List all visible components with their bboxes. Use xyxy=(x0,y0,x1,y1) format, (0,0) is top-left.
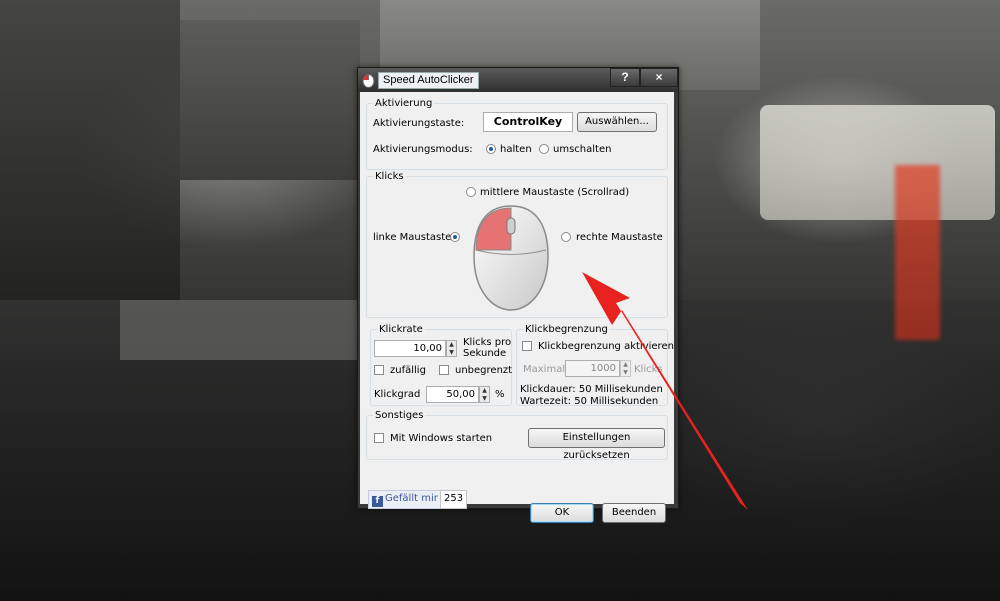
click-limit-checkbox[interactable] xyxy=(522,341,532,351)
click-limit-legend: Klickbegrenzung xyxy=(525,324,608,335)
click-degree-spinner[interactable]: ▲ ▼ xyxy=(479,386,490,403)
left-button-label[interactable]: linke Maustaste xyxy=(373,232,451,243)
left-button-radio[interactable] xyxy=(450,232,460,242)
middle-button-radio[interactable] xyxy=(466,187,476,197)
window-title: Speed AutoClicker xyxy=(378,72,479,89)
click-rate-unit: Klicks pro Sekunde xyxy=(463,337,512,359)
mode-toggle-label[interactable]: umschalten xyxy=(553,144,611,155)
help-button[interactable]: ? xyxy=(610,68,640,87)
click-degree-unit: % xyxy=(495,389,505,400)
click-rate-spinner[interactable]: ▲ ▼ xyxy=(446,340,457,357)
max-label: Maximal xyxy=(523,364,566,375)
mouse-illustration xyxy=(473,205,549,311)
activation-key-label: Aktivierungstaste: xyxy=(373,118,465,129)
background-bus xyxy=(760,105,995,220)
max-clicks-unit: Klicks xyxy=(634,364,663,375)
mode-toggle-radio[interactable] xyxy=(539,144,549,154)
activation-group: Aktivierung xyxy=(366,98,668,170)
autostart-checkbox[interactable] xyxy=(374,433,384,443)
facebook-f-icon: f xyxy=(372,496,383,507)
max-clicks-input[interactable]: 1000 xyxy=(565,360,620,377)
click-rate-input[interactable]: 10,00 xyxy=(374,340,446,357)
background-building xyxy=(180,20,360,180)
dialog-client-area: Aktivierung Aktivierungstaste: ControlKe… xyxy=(360,92,674,523)
mouse-app-icon xyxy=(362,74,375,88)
background-wall xyxy=(120,300,360,360)
click-degree-label: Klickgrad xyxy=(374,389,421,400)
misc-legend: Sonstiges xyxy=(375,410,424,421)
activation-mode-label: Aktivierungsmodus: xyxy=(373,144,473,155)
mode-hold-label[interactable]: halten xyxy=(500,144,532,155)
background-red-stripe xyxy=(895,165,940,340)
max-clicks-spinner[interactable]: ▲ ▼ xyxy=(620,360,631,377)
like-label: Gefällt mir xyxy=(385,493,438,504)
random-checkbox[interactable] xyxy=(374,365,384,375)
like-count: 253 xyxy=(440,490,468,509)
ok-button[interactable]: OK xyxy=(530,503,594,523)
unlimited-checkbox[interactable] xyxy=(439,365,449,375)
autostart-label[interactable]: Mit Windows starten xyxy=(390,433,492,444)
quit-button[interactable]: Beenden xyxy=(602,503,666,523)
background-building-left xyxy=(0,0,180,300)
click-rate-legend: Klickrate xyxy=(379,324,423,335)
activation-key-field[interactable]: ControlKey xyxy=(483,112,573,132)
click-limit-enable-label[interactable]: Klickbegrenzung aktivieren xyxy=(538,341,674,352)
close-button[interactable]: × xyxy=(640,68,678,87)
right-button-radio[interactable] xyxy=(561,232,571,242)
activation-legend: Aktivierung xyxy=(375,98,433,109)
mode-hold-radio[interactable] xyxy=(486,144,496,154)
facebook-like-button[interactable]: f Gefällt mir xyxy=(368,490,442,509)
unlimited-label[interactable]: unbegrenzt xyxy=(455,365,512,376)
select-key-button[interactable]: Auswählen... xyxy=(577,112,657,132)
wait-time-text: Wartezeit: 50 Millisekunden xyxy=(520,396,659,407)
random-label[interactable]: zufällig xyxy=(390,365,426,376)
clicks-legend: Klicks xyxy=(375,171,404,182)
title-bar[interactable]: Speed AutoClicker ? × xyxy=(358,68,678,92)
autoclicker-window: Speed AutoClicker ? × Aktivierung Aktivi… xyxy=(357,67,679,523)
reset-settings-button[interactable]: Einstellungen zurücksetzen xyxy=(528,428,665,461)
middle-button-label[interactable]: mittlere Maustaste (Scrollrad) xyxy=(480,187,629,198)
click-degree-input[interactable]: 50,00 xyxy=(426,386,479,403)
right-button-label[interactable]: rechte Maustaste xyxy=(576,232,663,243)
click-duration-text: Klickdauer: 50 Millisekunden xyxy=(520,384,663,395)
